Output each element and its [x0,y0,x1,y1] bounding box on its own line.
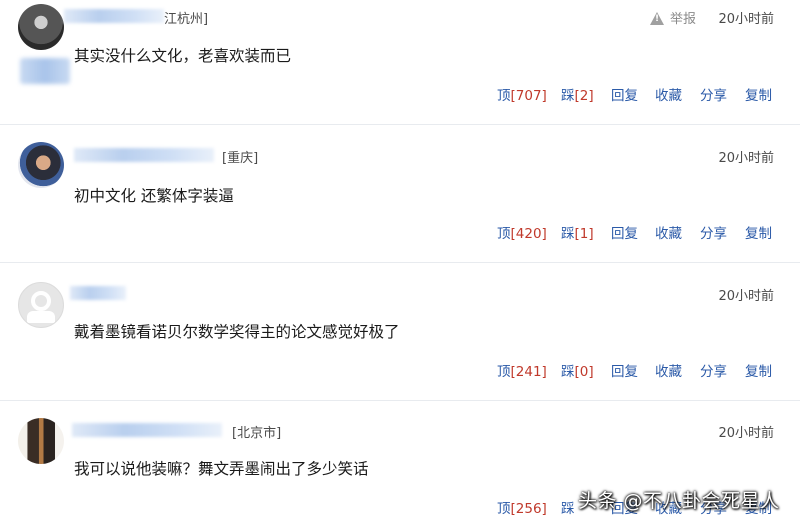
username-redacted[interactable] [72,423,222,437]
report-button[interactable]: 举报 [650,8,696,27]
copy-button[interactable]: 复制 [745,222,785,242]
copy-button[interactable]: 复制 [745,84,785,104]
default-avatar[interactable] [18,282,64,328]
warning-icon [650,12,664,25]
timestamp: 20小时前 [718,426,774,441]
upvote-button[interactable]: 顶[707] [497,84,561,104]
comment-text: 戴着墨镜看诺贝尔数学奖得主的论文感觉好极了 [74,323,400,341]
watermark: 头条 @不八卦会死星人 [578,490,780,512]
comment-text: 初中文化 还繁体字装逼 [74,187,234,205]
downvote-button[interactable]: 踩[2] [561,84,611,104]
user-badge-redacted [20,58,70,84]
downvote-button[interactable]: 踩[1] [561,222,611,242]
collect-button[interactable]: 收藏 [655,222,700,242]
reply-button[interactable]: 回复 [611,84,655,104]
upvote-button[interactable]: 顶[241] [497,360,561,380]
username-redacted[interactable] [70,286,126,300]
comment-text: 其实没什么文化，老喜欢装而已 [74,47,292,65]
avatar[interactable] [18,4,64,50]
timestamp: 20小时前 [718,12,774,27]
location-label: 江杭州] [164,12,209,27]
copy-button[interactable]: 复制 [745,360,785,380]
share-button[interactable]: 分享 [700,84,745,104]
comment-item: 江杭州] 举报 20小时前 其实没什么文化，老喜欢装而已 顶[707] 踩[2]… [0,0,800,125]
share-button[interactable]: 分享 [700,360,745,380]
avatar[interactable] [18,418,64,464]
reply-button[interactable]: 回复 [611,222,655,242]
reply-button[interactable]: 回复 [611,360,655,380]
location-label: [重庆] [222,151,259,166]
downvote-button[interactable]: 踩[0] [561,360,611,380]
avatar[interactable] [18,142,64,188]
collect-button[interactable]: 收藏 [655,360,700,380]
comment-item: 20小时前 戴着墨镜看诺贝尔数学奖得主的论文感觉好极了 顶[241] 踩[0] … [0,262,800,401]
username-redacted[interactable] [64,9,164,23]
comment-actions: 顶[707] 踩[2] 回复 收藏 分享 复制 [497,84,785,104]
timestamp: 20小时前 [718,289,774,304]
user-placeholder-icon [31,291,51,311]
share-button[interactable]: 分享 [700,222,745,242]
upvote-button[interactable]: 顶[256] [497,497,561,517]
username-redacted[interactable] [74,148,214,162]
timestamp: 20小时前 [718,151,774,166]
upvote-button[interactable]: 顶[420] [497,222,561,242]
comment-actions: 顶[241] 踩[0] 回复 收藏 分享 复制 [497,360,785,380]
comment-text: 我可以说他装嘛？舞文弄墨闹出了多少笑话 [74,460,369,478]
collect-button[interactable]: 收藏 [655,84,700,104]
location-label: [北京市] [232,426,282,441]
comment-actions: 顶[420] 踩[1] 回复 收藏 分享 复制 [497,222,785,242]
comment-item: [重庆] 20小时前 初中文化 还繁体字装逼 顶[420] 踩[1] 回复 收藏… [0,124,800,263]
